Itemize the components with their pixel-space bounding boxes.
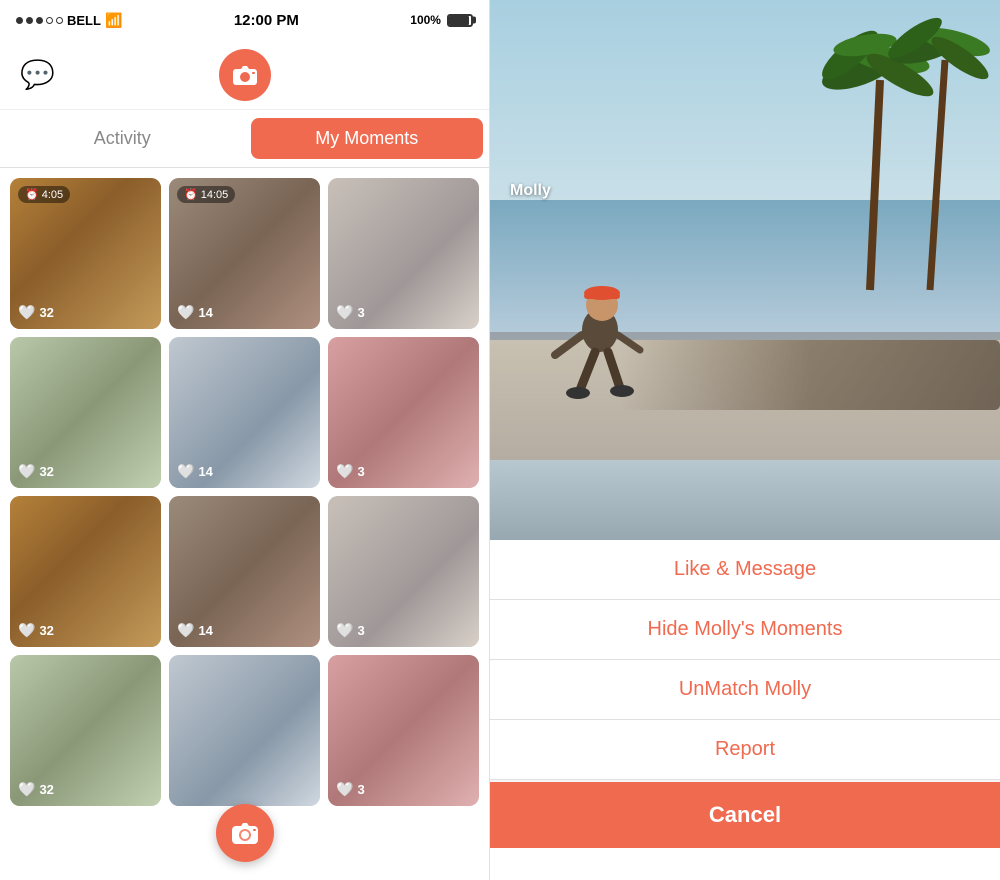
battery-percent: 100% [410, 13, 441, 27]
moment-card-9[interactable]: 🤍 3 [328, 496, 479, 647]
camera-fab-button[interactable] [216, 804, 274, 862]
heart-icon-4: 🤍 [18, 463, 35, 480]
signal-dots [16, 17, 63, 24]
heart-icon-5: 🤍 [177, 463, 194, 480]
like-badge-2: 🤍 14 [177, 304, 213, 321]
camera-header-button[interactable] [219, 49, 271, 101]
moment-card-5[interactable]: 🤍 14 [169, 337, 320, 488]
camera-svg-icon [232, 64, 258, 86]
moment-card-3[interactable]: 🤍 3 [328, 178, 479, 329]
user-name-label: Molly [510, 182, 551, 200]
time-display: 12:00 PM [234, 12, 299, 29]
chat-icon[interactable]: 💬 [20, 58, 55, 91]
like-badge-7: 🤍 32 [18, 622, 54, 639]
like-badge-4: 🤍 32 [18, 463, 54, 480]
heart-icon-9: 🤍 [336, 622, 353, 639]
like-badge-3: 🤍 3 [336, 304, 365, 321]
skater-figure-svg [550, 280, 670, 440]
tab-bar: Activity My Moments [0, 110, 489, 168]
moment-card-1[interactable]: ⏰ 4:05 🤍 32 [10, 178, 161, 329]
moment-card-4[interactable]: 🤍 32 [10, 337, 161, 488]
like-badge-1: 🤍 32 [18, 304, 54, 321]
palm-trees-svg [790, 0, 990, 300]
crowd-area [620, 340, 1000, 410]
carrier-text: BELL [67, 13, 101, 28]
fab-camera-icon [231, 821, 259, 845]
moment-card-7[interactable]: 🤍 32 [10, 496, 161, 647]
tab-my-moments[interactable]: My Moments [251, 118, 484, 159]
action-report[interactable]: Report [490, 720, 1000, 780]
app-header: 💬 [0, 40, 489, 110]
timer-badge-2: ⏰ 14:05 [177, 186, 235, 203]
action-hide-moments[interactable]: Hide Molly's Moments [490, 600, 1000, 660]
heart-icon-6: 🤍 [336, 463, 353, 480]
dot5 [56, 17, 63, 24]
wifi-icon: 📶 [105, 12, 122, 29]
right-panel: Molly Like & Message Hide Molly's Moment… [490, 0, 1000, 880]
tab-activity[interactable]: Activity [6, 118, 239, 159]
status-right: 100% [410, 13, 473, 27]
like-badge-9: 🤍 3 [336, 622, 365, 639]
moment-card-2[interactable]: ⏰ 14:05 🤍 14 [169, 178, 320, 329]
battery-icon [447, 14, 473, 27]
battery-fill [449, 16, 469, 25]
like-badge-12: 🤍 3 [336, 781, 365, 798]
moment-card-11[interactable] [169, 655, 320, 806]
dot3 [36, 17, 43, 24]
action-sheet: Like & Message Hide Molly's Moments UnMa… [490, 540, 1000, 848]
left-panel: BELL 📶 12:00 PM 100% 💬 Activity M [0, 0, 490, 880]
heart-icon-7: 🤍 [18, 622, 35, 639]
heart-icon-1: 🤍 [18, 304, 35, 321]
moment-card-12[interactable]: 🤍 3 [328, 655, 479, 806]
like-badge-6: 🤍 3 [336, 463, 365, 480]
heart-icon-10: 🤍 [18, 781, 35, 798]
status-left: BELL 📶 [16, 12, 122, 29]
timer-badge-1: ⏰ 4:05 [18, 186, 70, 203]
moments-grid: ⏰ 4:05 🤍 32 ⏰ 14:05 🤍 14 [0, 168, 489, 816]
moment-card-6[interactable]: 🤍 3 [328, 337, 479, 488]
moment-card-8[interactable]: 🤍 14 [169, 496, 320, 647]
heart-icon-8: 🤍 [177, 622, 194, 639]
dot1 [16, 17, 23, 24]
clock-icon: ⏰ [25, 188, 39, 201]
photo-background: Molly [490, 0, 1000, 540]
action-like-message[interactable]: Like & Message [490, 540, 1000, 600]
cancel-button[interactable]: Cancel [490, 782, 1000, 848]
like-badge-8: 🤍 14 [177, 622, 213, 639]
clock-icon-2: ⏰ [184, 188, 198, 201]
heart-icon-12: 🤍 [336, 781, 353, 798]
moments-grid-container: ⏰ 4:05 🤍 32 ⏰ 14:05 🤍 14 [0, 168, 489, 880]
action-unmatch[interactable]: UnMatch Molly [490, 660, 1000, 720]
heart-icon-2: 🤍 [177, 304, 194, 321]
heart-icon-3: 🤍 [336, 304, 353, 321]
dot4 [46, 17, 53, 24]
status-bar: BELL 📶 12:00 PM 100% [0, 0, 489, 40]
moment-card-10[interactable]: 🤍 32 [10, 655, 161, 806]
dot2 [26, 17, 33, 24]
like-badge-10: 🤍 32 [18, 781, 54, 798]
water-area [490, 460, 1000, 540]
like-badge-5: 🤍 14 [177, 463, 213, 480]
